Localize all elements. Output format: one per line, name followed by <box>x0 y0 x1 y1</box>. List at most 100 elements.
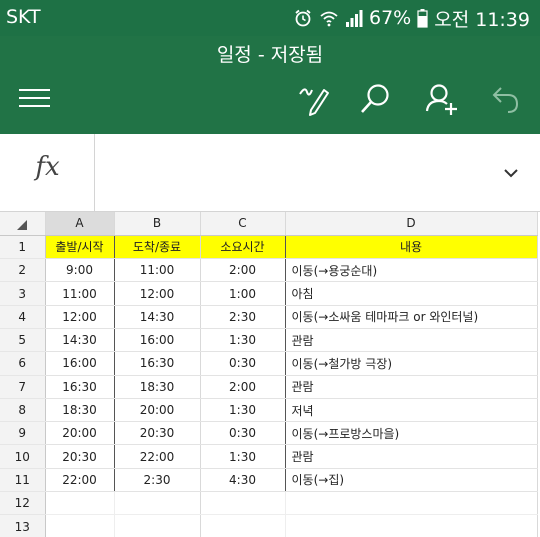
status-icons: 67% 오전 11:39 <box>293 5 530 31</box>
cell-a[interactable]: 22:00 <box>45 468 115 493</box>
row-header[interactable]: 13 <box>0 514 46 537</box>
row-header[interactable]: 12 <box>0 491 46 516</box>
cell-a[interactable]: 16:30 <box>45 375 115 399</box>
cell-d[interactable]: 이동(→소싸움 테마파크 or 와인터널) <box>285 305 538 329</box>
battery-percent: 67% <box>369 7 412 29</box>
cell-a[interactable]: 출발/시작 <box>45 235 115 260</box>
cell-d[interactable]: 관람 <box>285 375 538 399</box>
select-all-corner[interactable] <box>0 212 46 236</box>
cell-c[interactable]: 1:30 <box>200 444 286 469</box>
alarm-icon <box>295 9 311 27</box>
row-header[interactable]: 4 <box>0 305 46 329</box>
cell-d[interactable]: 이동(→철가방 극장) <box>285 351 538 376</box>
cell-b[interactable]: 도착/종료 <box>114 235 201 260</box>
cell-b[interactable] <box>114 491 201 516</box>
spreadsheet-grid[interactable]: A B C D 1 출발/시작 도착/종료 소요시간 내용 2 9:00 11:00 2:00 이… <box>0 212 540 537</box>
cell-b[interactable]: 20:00 <box>114 398 201 423</box>
cell-c[interactable] <box>200 514 286 537</box>
function-button[interactable]: fx <box>0 134 95 212</box>
status-bar: SKT 67% 오전 11:39 <box>0 0 540 36</box>
cell-a[interactable]: 9:00 <box>45 258 115 283</box>
formula-bar: fx <box>0 134 540 212</box>
cell-a[interactable]: 11:00 <box>45 281 115 306</box>
cell-c[interactable]: 2:00 <box>200 258 286 283</box>
cell-b[interactable]: 11:00 <box>114 258 201 283</box>
undo-button[interactable] <box>488 80 526 118</box>
cell-c[interactable]: 소요시간 <box>200 235 286 260</box>
cell-d[interactable]: 아침 <box>285 281 538 306</box>
cell-d[interactable]: 저녁 <box>285 398 538 423</box>
cell-b[interactable]: 12:00 <box>114 281 201 306</box>
cell-c[interactable]: 1:00 <box>200 281 286 306</box>
cell-d[interactable]: 관람 <box>285 444 538 469</box>
corner-triangle-icon <box>17 219 28 230</box>
column-header-b[interactable]: B <box>114 212 201 236</box>
column-header-a[interactable]: A <box>45 212 115 236</box>
cell-b[interactable]: 14:30 <box>114 305 201 329</box>
table-row: 6 16:00 16:30 0:30 이동(→철가방 극장) <box>0 351 538 376</box>
row-header[interactable]: 2 <box>0 258 46 283</box>
cell-a[interactable]: 20:30 <box>45 444 115 469</box>
column-header-c[interactable]: C <box>200 212 286 236</box>
formula-input[interactable] <box>96 134 486 212</box>
table-row: 7 16:30 18:30 2:00 관람 <box>0 375 538 399</box>
table-row: 11 22:00 2:30 4:30 이동(→집) <box>0 468 538 493</box>
cell-b[interactable] <box>114 514 201 537</box>
cell-c[interactable]: 1:30 <box>200 398 286 423</box>
row-header[interactable]: 3 <box>0 281 46 306</box>
search-icon <box>361 84 389 113</box>
cell-c[interactable]: 0:30 <box>200 351 286 376</box>
row-header[interactable]: 10 <box>0 444 46 469</box>
row-header[interactable]: 8 <box>0 398 46 423</box>
cell-b[interactable]: 18:30 <box>114 375 201 399</box>
draw-button[interactable] <box>296 80 334 118</box>
table-row: 9 20:00 20:30 0:30 이동(→프로방스마을) <box>0 421 538 446</box>
share-person-icon <box>425 84 457 115</box>
cell-b[interactable]: 16:30 <box>114 351 201 376</box>
cell-a[interactable]: 14:30 <box>45 328 115 353</box>
share-button[interactable] <box>422 80 460 118</box>
cell-a[interactable] <box>45 491 115 516</box>
battery-icon <box>417 9 428 28</box>
cell-c[interactable]: 4:30 <box>200 468 286 493</box>
signal-icon <box>346 10 363 27</box>
cell-d[interactable]: 이동(→집) <box>285 468 538 493</box>
undo-icon <box>492 87 519 113</box>
row-header[interactable]: 5 <box>0 328 46 353</box>
column-header-d[interactable]: D <box>285 212 538 236</box>
cell-d[interactable] <box>285 491 538 516</box>
cell-a[interactable]: 12:00 <box>45 305 115 329</box>
row-header[interactable]: 11 <box>0 468 46 493</box>
cell-d[interactable] <box>285 514 538 537</box>
app-bar: 일정 - 저장됨 <box>0 36 540 134</box>
cell-a[interactable] <box>45 514 115 537</box>
table-row: 10 20:30 22:00 1:30 관람 <box>0 444 538 469</box>
cell-c[interactable] <box>200 491 286 516</box>
cell-b[interactable]: 22:00 <box>114 444 201 469</box>
expand-formula-button[interactable] <box>502 164 520 182</box>
cell-c[interactable]: 2:30 <box>200 305 286 329</box>
row-header[interactable]: 7 <box>0 375 46 399</box>
cell-d[interactable]: 관람 <box>285 328 538 353</box>
table-row: 1 출발/시작 도착/종료 소요시간 내용 <box>0 235 538 260</box>
cell-b[interactable]: 16:00 <box>114 328 201 353</box>
cell-d[interactable]: 내용 <box>285 235 538 260</box>
carrier-label: SKT <box>6 6 41 28</box>
cell-c[interactable]: 2:00 <box>200 375 286 399</box>
cell-a[interactable]: 16:00 <box>45 351 115 376</box>
cell-d[interactable]: 이동(→프로방스마을) <box>285 421 538 446</box>
table-row: 5 14:30 16:00 1:30 관람 <box>0 328 538 353</box>
row-header[interactable]: 9 <box>0 421 46 446</box>
row-header[interactable]: 6 <box>0 351 46 376</box>
row-header[interactable]: 1 <box>0 235 46 260</box>
table-row: 13 <box>0 514 538 537</box>
search-button[interactable] <box>357 80 395 118</box>
cell-b[interactable]: 20:30 <box>114 421 201 446</box>
cell-b[interactable]: 2:30 <box>114 468 201 493</box>
cell-a[interactable]: 18:30 <box>45 398 115 423</box>
cell-a[interactable]: 20:00 <box>45 421 115 446</box>
cell-c[interactable]: 0:30 <box>200 421 286 446</box>
cell-d[interactable]: 이동(→용궁순대) <box>285 258 538 283</box>
cell-c[interactable]: 1:30 <box>200 328 286 353</box>
menu-button[interactable] <box>19 86 51 110</box>
